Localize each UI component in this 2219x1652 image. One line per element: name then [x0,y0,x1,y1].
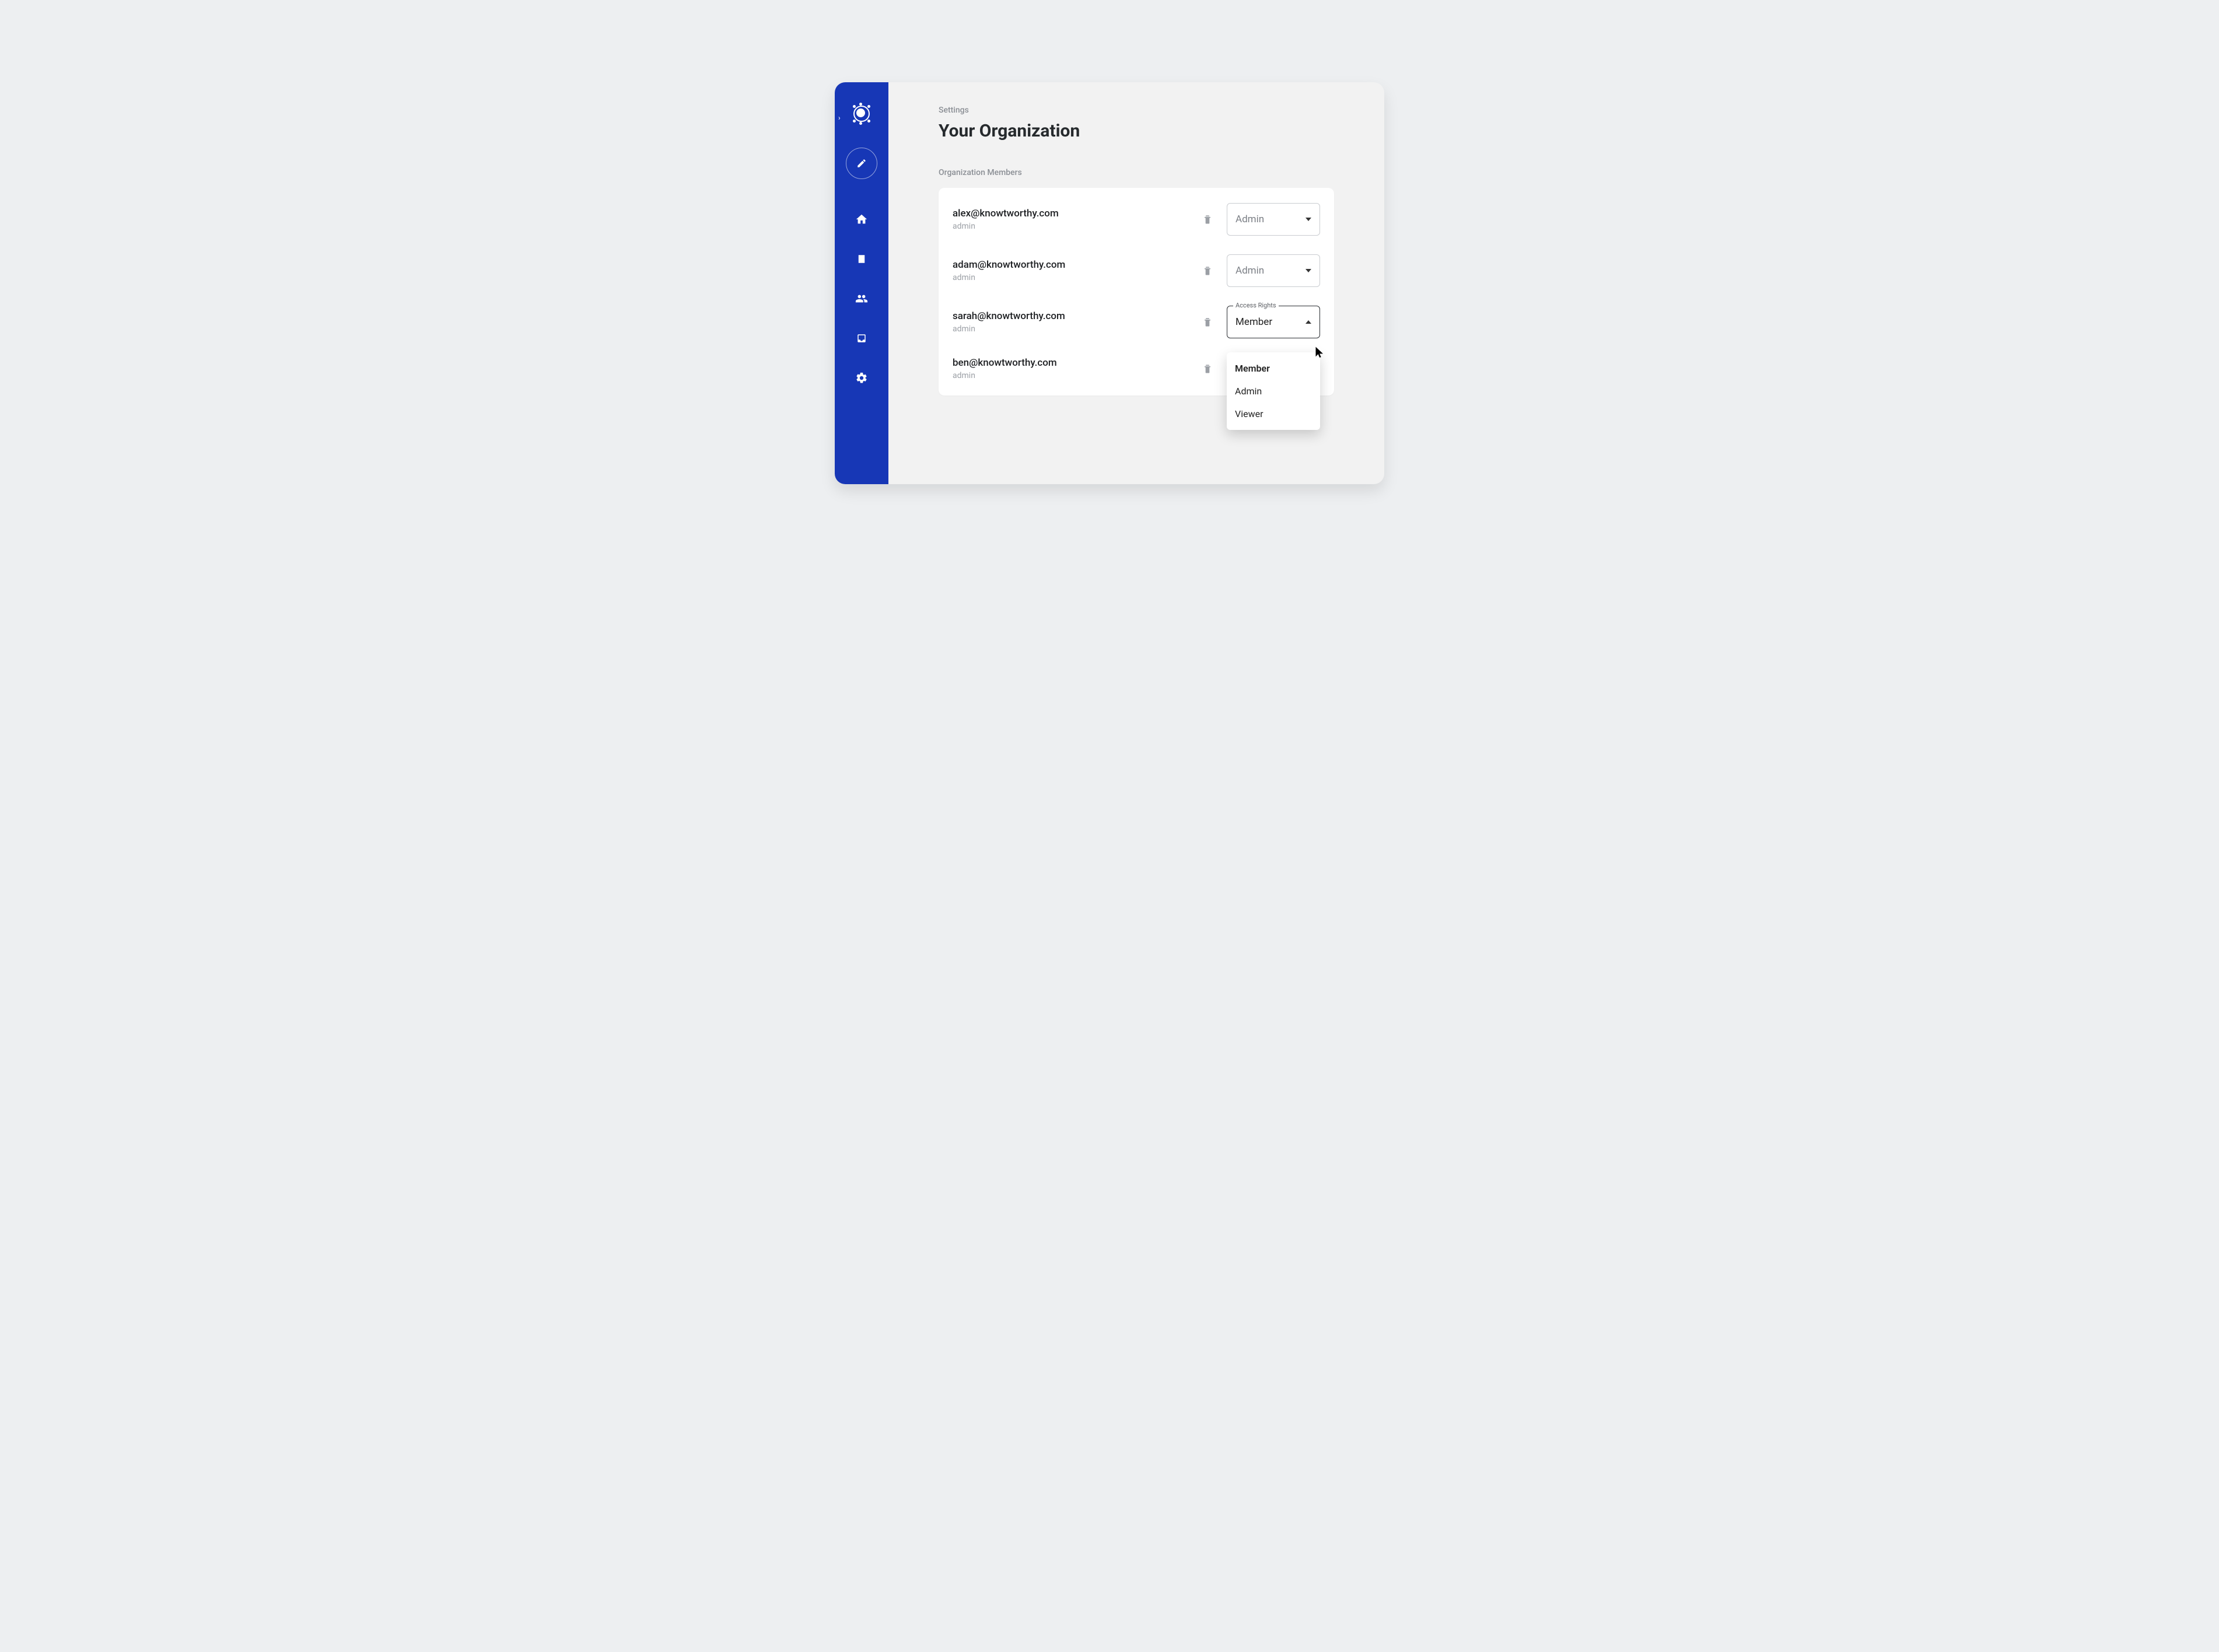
caret-down-icon [1306,269,1311,272]
nav-inbox[interactable] [850,330,873,347]
people-icon [855,292,868,305]
access-option[interactable]: Admin [1227,380,1320,402]
main-content: Settings Your Organization Organization … [888,82,1384,484]
pencil-icon [856,158,867,169]
page-title: Your Organization [939,121,1334,141]
gear-icon [855,372,868,384]
delete-member-button[interactable] [1200,212,1215,227]
nav-settings[interactable] [850,369,873,387]
select-value: Admin [1236,265,1264,276]
trash-icon [1202,316,1213,328]
member-email: ben@knowtworthy.com [953,357,1191,369]
section-label: Organization Members [939,168,1334,177]
trash-icon [1202,214,1213,225]
delete-member-button[interactable] [1200,361,1215,376]
member-email: alex@knowtworthy.com [953,208,1191,219]
compose-button[interactable] [846,148,877,179]
access-rights-dropdown: MemberAdminViewer [1227,352,1320,430]
caret-up-icon [1306,320,1311,324]
member-row: sarah@knowtworthy.comadminAccess RightsM… [939,296,1334,348]
sidebar: › [835,82,888,484]
access-rights-select[interactable]: Access RightsMember [1227,306,1320,338]
sidebar-expand-chevron[interactable]: › [838,114,841,122]
member-role: admin [953,273,1191,282]
select-value: Member [1236,316,1272,328]
trash-icon [1202,363,1213,374]
breadcrumb: Settings [939,106,1334,115]
delete-member-button[interactable] [1200,263,1215,278]
member-role: admin [953,371,1191,380]
members-card: alex@knowtworthy.comadminAdminadam@knowt… [939,188,1334,396]
access-rights-select[interactable]: Admin [1227,203,1320,236]
access-option[interactable]: Viewer [1227,402,1320,425]
inbox-icon [856,333,867,344]
nav-home[interactable] [850,211,873,228]
mouse-cursor-icon [1314,344,1326,359]
member-row: adam@knowtworthy.com admin Admin [939,245,1334,296]
nav-people[interactable] [850,290,873,307]
delete-member-button[interactable] [1200,314,1215,330]
caret-down-icon [1306,218,1311,221]
trash-icon [1202,265,1213,276]
access-rights-select[interactable]: Admin [1227,254,1320,287]
bookmark-icon [856,254,867,264]
member-row: alex@knowtworthy.com admin Admin [939,194,1334,245]
member-role: admin [953,324,1191,334]
app-window: › [835,82,1384,484]
member-email: sarah@knowtworthy.com [953,310,1191,322]
select-value: Admin [1236,214,1264,225]
home-icon [855,213,868,226]
app-logo-icon[interactable] [851,103,872,124]
select-floating-label: Access Rights [1233,302,1279,309]
access-option[interactable]: Member [1227,357,1320,380]
nav-notes[interactable] [850,250,873,268]
member-email: adam@knowtworthy.com [953,259,1191,271]
member-role: admin [953,222,1191,231]
